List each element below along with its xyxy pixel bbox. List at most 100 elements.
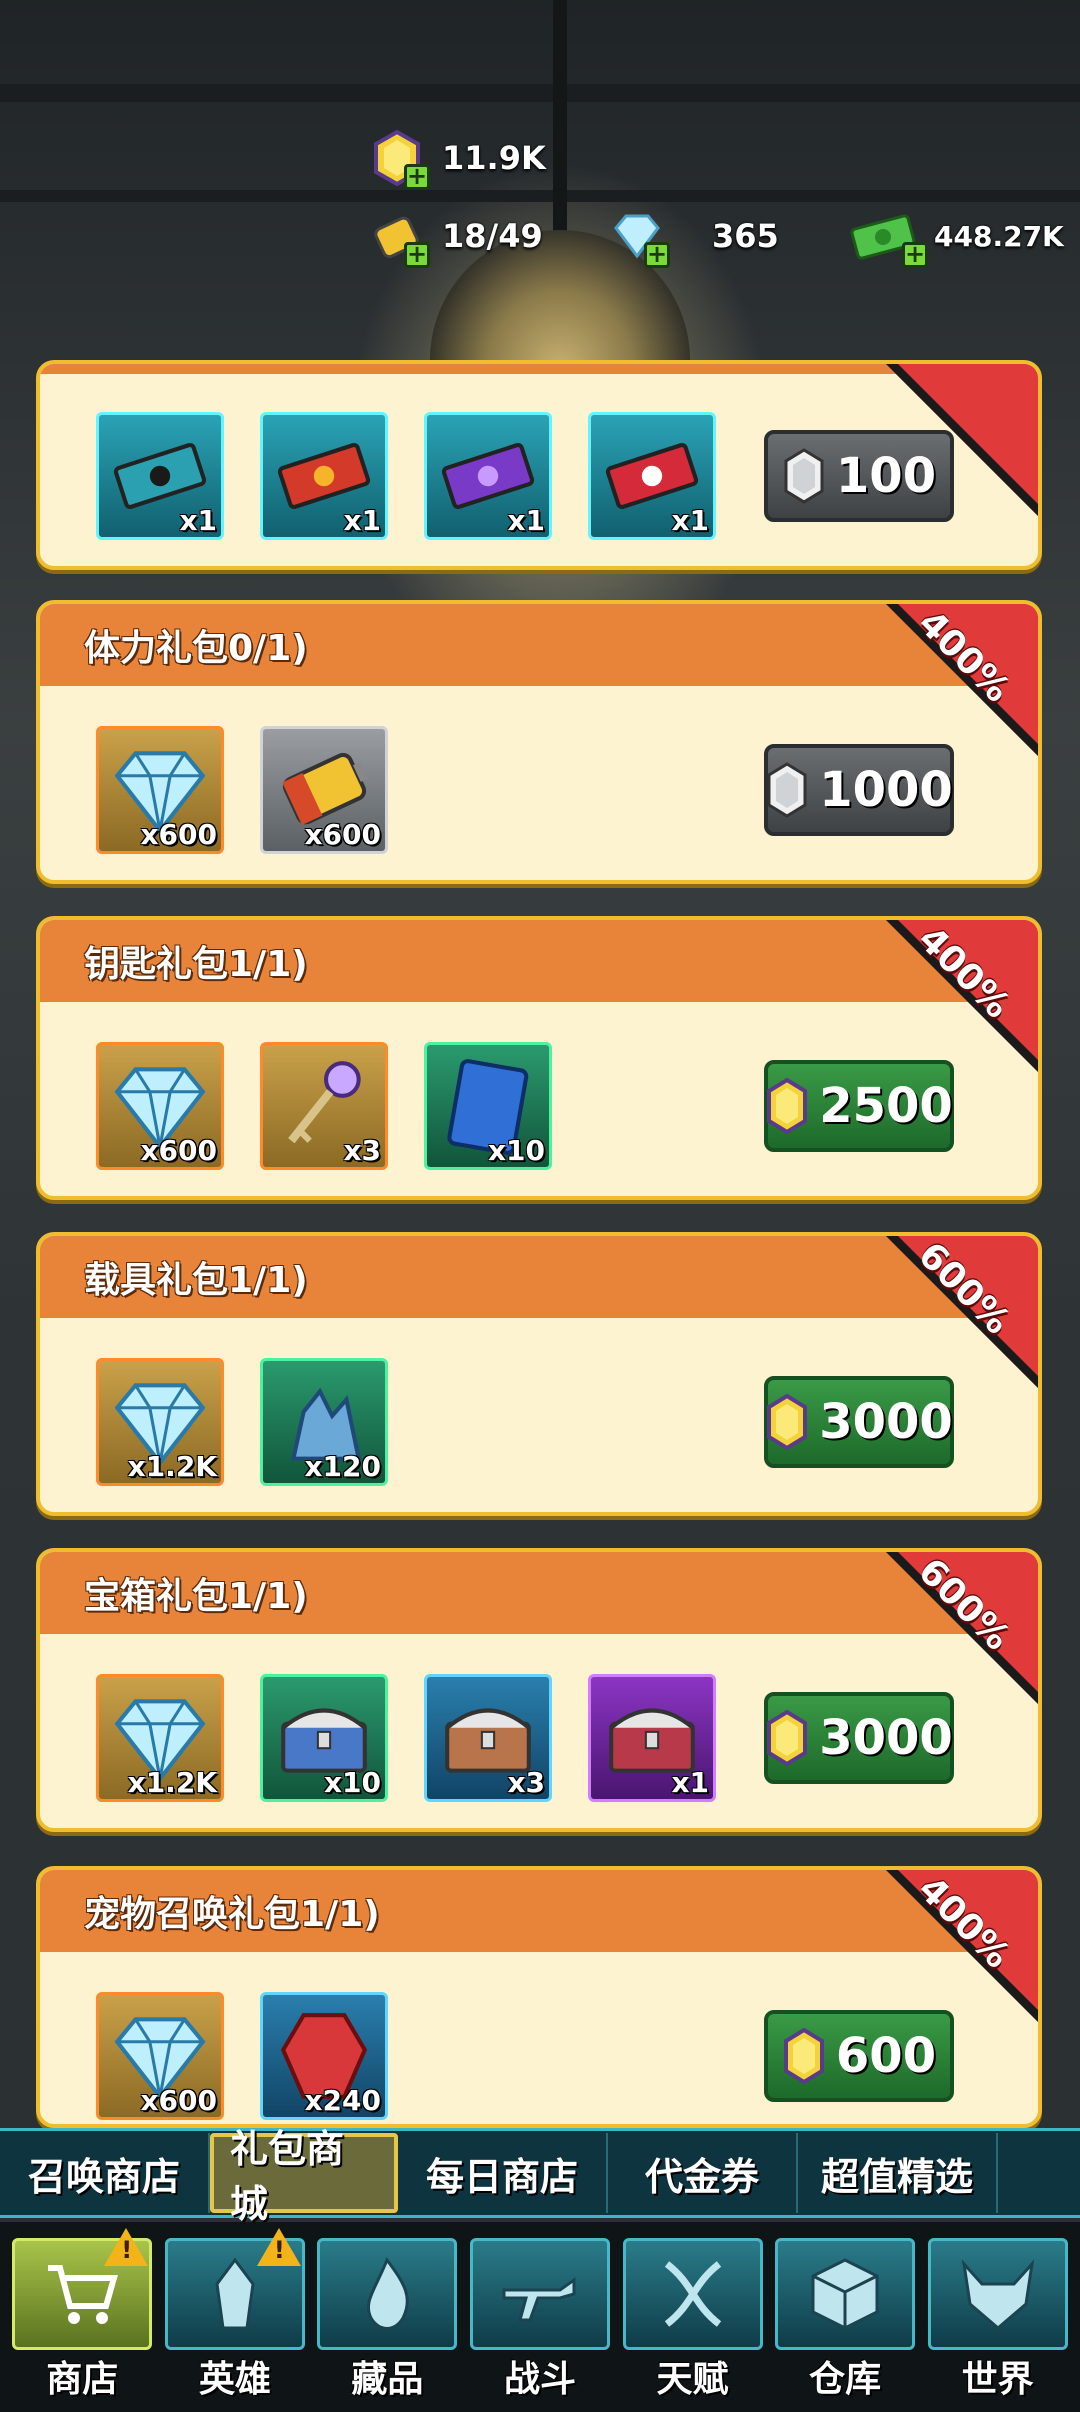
reward-item[interactable]: x3 xyxy=(424,1674,552,1802)
bottom-nav: ! 商店 ! 英雄 藏品 战斗 天赋 仓库 世界 xyxy=(0,2222,1080,2412)
reward-item[interactable]: x10 xyxy=(424,1042,552,1170)
bonus-ribbon: 600% xyxy=(882,1236,1038,1392)
item-quantity: x1 xyxy=(507,504,545,537)
warning-icon: ! xyxy=(104,2228,149,2266)
nav-world[interactable]: 世界 xyxy=(927,2232,1068,2402)
bundle-card: 钥匙礼包1/1) 400% x600 x3 x10 2500 xyxy=(36,916,1042,1200)
bundle-items: x1.2K x10 x3 x1 xyxy=(96,1674,716,1802)
add-icon: + xyxy=(644,242,670,268)
silver-gem-icon xyxy=(782,448,826,504)
bonus-ribbon: 600% xyxy=(882,1552,1038,1708)
bundle-card: 宝箱礼包1/1) 600% x1.2K x10 x3 x1 3000 xyxy=(36,1548,1042,1832)
reward-item[interactable]: x1 xyxy=(424,412,552,540)
item-quantity: x10 xyxy=(323,1766,381,1799)
cash-icon: + xyxy=(850,208,928,268)
nav-hero[interactable]: ! 英雄 xyxy=(164,2228,305,2402)
silver-gem-icon xyxy=(765,762,809,818)
nav-label: 战斗 xyxy=(503,2359,576,2400)
bundle-items: x600 x3 x10 xyxy=(96,1042,552,1170)
reward-item[interactable]: x1 xyxy=(588,1674,716,1802)
shop-tab-bar: 召唤商店 礼包商城 每日商店 代金券 超值精选 xyxy=(0,2127,1080,2226)
battery-icon: + xyxy=(372,208,430,268)
tab-voucher[interactable]: 代金券 xyxy=(608,2133,798,2213)
tab-daily-shop[interactable]: 每日商店 xyxy=(398,2133,608,2213)
reward-item[interactable]: x600 xyxy=(96,1042,224,1170)
price-value: 2500 xyxy=(819,1078,953,1134)
tab-gift-mall[interactable]: 礼包商城 xyxy=(210,2127,398,2226)
rainbow-gem-icon xyxy=(765,1078,809,1134)
rainbow-gem-icon xyxy=(782,2028,826,2084)
reward-item[interactable]: x120 xyxy=(260,1358,388,1486)
reward-item[interactable]: x1 xyxy=(588,412,716,540)
reward-item[interactable]: x3 xyxy=(260,1042,388,1170)
nav-shop[interactable]: ! 商店 xyxy=(12,2228,153,2402)
nav-label: 藏品 xyxy=(351,2359,424,2400)
item-quantity: x600 xyxy=(140,1134,217,1167)
bundle-card: 体力礼包0/1) 400% x600 x600 1000 xyxy=(36,600,1042,884)
nav-label: 世界 xyxy=(961,2359,1034,2400)
buy-button[interactable]: 3000 xyxy=(764,1376,954,1468)
item-quantity: x600 xyxy=(140,2084,217,2117)
ceiling-beam xyxy=(0,190,1080,202)
gem-count: 11.9K xyxy=(442,139,546,177)
nav-label: 天赋 xyxy=(656,2359,729,2400)
cart-icon xyxy=(48,2265,119,2324)
warning-icon: ! xyxy=(256,2228,301,2266)
ceiling-beam xyxy=(0,84,1080,102)
bundle-card: 宠物召唤礼包1/1) 400% x600 x240 600 xyxy=(36,1866,1042,2128)
reward-item[interactable]: x240 xyxy=(260,1992,388,2120)
buy-button[interactable]: 100 xyxy=(764,430,954,522)
gem-resource[interactable]: + 11.9K xyxy=(372,129,546,190)
item-quantity: x10 xyxy=(487,1134,545,1167)
nav-talent[interactable]: 天赋 xyxy=(622,2232,763,2402)
rainbow-gem-icon xyxy=(765,1710,809,1766)
nav-warehouse[interactable]: 仓库 xyxy=(775,2232,916,2402)
reward-item[interactable]: x1.2K xyxy=(96,1358,224,1486)
item-quantity: x1 xyxy=(343,504,381,537)
flame-icon xyxy=(367,2256,410,2330)
reward-item[interactable]: x10 xyxy=(260,1674,388,1802)
add-icon: + xyxy=(902,242,928,268)
dna-icon xyxy=(664,2261,721,2327)
bundle-card: x1 x1 x1 x1 100 xyxy=(36,360,1042,570)
bundle-items: x1 x1 x1 x1 xyxy=(96,412,716,540)
buy-button[interactable]: 1000 xyxy=(764,744,954,836)
bonus-ribbon: 400% xyxy=(882,920,1038,1076)
reward-item[interactable]: x600 xyxy=(260,726,388,854)
reward-item[interactable]: x1 xyxy=(260,412,388,540)
item-quantity: x1 xyxy=(671,504,709,537)
bundle-card: 载具礼包1/1) 600% x1.2K x120 3000 xyxy=(36,1232,1042,1516)
nav-label: 仓库 xyxy=(809,2359,882,2400)
price-value: 100 xyxy=(835,448,937,504)
buy-button[interactable]: 3000 xyxy=(764,1692,954,1784)
reward-item[interactable]: x1 xyxy=(96,412,224,540)
rainbow-gem-icon xyxy=(765,1394,809,1450)
tab-overflow[interactable] xyxy=(998,2133,1080,2213)
reward-item[interactable]: x600 xyxy=(96,726,224,854)
bundle-items: x1.2K x120 xyxy=(96,1358,388,1486)
reward-item[interactable]: x600 xyxy=(96,1992,224,2120)
buy-button[interactable]: 2500 xyxy=(764,1060,954,1152)
nav-battle[interactable]: 战斗 xyxy=(469,2232,610,2402)
buy-button[interactable]: 600 xyxy=(764,2010,954,2102)
box-icon xyxy=(811,2258,879,2330)
energy-resource[interactable]: + 18/49 xyxy=(372,208,543,268)
nav-collection[interactable]: 藏品 xyxy=(317,2232,458,2402)
item-quantity: x1 xyxy=(671,1766,709,1799)
demon-icon xyxy=(961,2259,1034,2330)
tab-value-picks[interactable]: 超值精选 xyxy=(798,2133,998,2213)
item-quantity: x3 xyxy=(343,1134,381,1167)
hero-icon xyxy=(215,2257,255,2330)
nav-label: 商店 xyxy=(46,2359,119,2400)
tab-summon-shop[interactable]: 召唤商店 xyxy=(0,2133,210,2213)
lamp-rod xyxy=(553,0,567,240)
reward-item[interactable]: x1.2K xyxy=(96,1674,224,1802)
add-icon: + xyxy=(404,164,430,190)
price-value: 1000 xyxy=(819,762,953,818)
diamond-icon: + xyxy=(612,208,670,268)
price-value: 3000 xyxy=(819,1710,953,1766)
diamond-resource[interactable]: + 365 xyxy=(612,208,779,268)
price-value: 3000 xyxy=(819,1394,953,1450)
cash-resource[interactable]: + 448.27K xyxy=(850,208,1064,268)
item-quantity: x600 xyxy=(304,818,381,851)
